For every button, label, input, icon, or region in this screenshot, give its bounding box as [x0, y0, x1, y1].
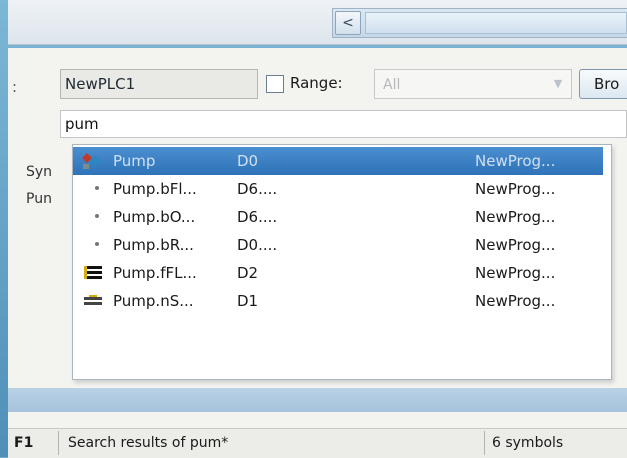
symbol-address: D0.... — [237, 236, 278, 254]
range-label: Range: — [290, 74, 343, 92]
symbol-program: NewProg... — [475, 152, 556, 170]
function-block-icon — [82, 153, 101, 169]
status-message: Search results of pum* — [68, 435, 229, 451]
symbol-address: D6.... — [237, 180, 278, 198]
bool-variable-icon — [81, 236, 105, 254]
selected-row-strip[interactable] — [8, 388, 627, 412]
symbol-count: 6 symbols — [492, 435, 564, 451]
status-bar: F1 Search results of pum* 6 symbols — [8, 428, 627, 458]
bool-variable-icon — [81, 208, 105, 226]
symbol-name: Pump.bFl... — [113, 180, 197, 198]
symbol-program: NewProg... — [475, 180, 556, 198]
symbol-name: Pump.bR... — [113, 236, 194, 254]
range-selected-value: All — [383, 77, 401, 93]
list-item-partial[interactable]: Pun — [26, 191, 52, 207]
autocomplete-item[interactable]: Pump.bO... D6.... NewProg... — [73, 203, 603, 231]
autocomplete-item[interactable]: Pump.bFl... D6.... NewProg... — [73, 175, 603, 203]
status-divider — [58, 431, 59, 455]
symbol-name: Pump.bO... — [113, 208, 196, 226]
symbol-search-input[interactable] — [60, 110, 627, 138]
symbol-program: NewProg... — [475, 236, 556, 254]
symbol-name: Pump — [113, 152, 156, 170]
help-key: F1 — [14, 435, 34, 451]
autocomplete-item[interactable]: Pump D0 NewProg... — [73, 147, 603, 175]
top-toolbar: < — [8, 0, 627, 45]
bool-variable-icon — [81, 180, 105, 198]
horizontal-scrollbar[interactable]: < — [332, 8, 627, 38]
scroll-left-button[interactable]: < — [335, 11, 361, 35]
symbol-address: D6.... — [237, 208, 278, 226]
browse-button[interactable]: Bro — [579, 69, 627, 99]
range-checkbox[interactable] — [266, 75, 284, 93]
label-separator: : — [12, 78, 18, 96]
autocomplete-item[interactable]: Pump.fFL... D2 NewProg... — [73, 259, 603, 287]
autocomplete-item[interactable]: Pump.bR... D0.... NewProg... — [73, 231, 603, 259]
float-variable-icon — [84, 266, 102, 279]
symbol-search-panel: : NewPLC1 Range: All ▼ Bro Syn Pun Pump … — [8, 48, 627, 458]
symbol-name: Pump.fFL... — [113, 264, 197, 282]
window-frame: < : NewPLC1 Range: All ▼ Bro Syn Pun Pu — [0, 0, 627, 458]
autocomplete-item[interactable]: Pump.nS... D1 NewProg... — [73, 287, 603, 315]
symbol-name: Pump.nS... — [113, 292, 194, 310]
symbol-address: D0 — [237, 152, 259, 170]
status-divider — [484, 431, 485, 455]
autocomplete-dropdown[interactable]: Pump D0 NewProg... Pump.bFl... D6.... Ne… — [72, 144, 612, 380]
range-dropdown[interactable]: All ▼ — [374, 69, 572, 99]
symbol-program: NewProg... — [475, 292, 556, 310]
symbol-address: D1 — [237, 292, 259, 310]
plc-name-field[interactable]: NewPLC1 — [60, 69, 258, 99]
column-header-symbol: Syn — [26, 164, 53, 180]
scroll-thumb[interactable] — [365, 12, 627, 34]
symbol-program: NewProg... — [475, 264, 556, 282]
chevron-down-icon: ▼ — [553, 77, 563, 90]
symbol-program: NewProg... — [475, 208, 556, 226]
symbol-address: D2 — [237, 264, 259, 282]
chevron-left-icon: < — [342, 15, 354, 31]
int-variable-icon — [84, 295, 102, 305]
